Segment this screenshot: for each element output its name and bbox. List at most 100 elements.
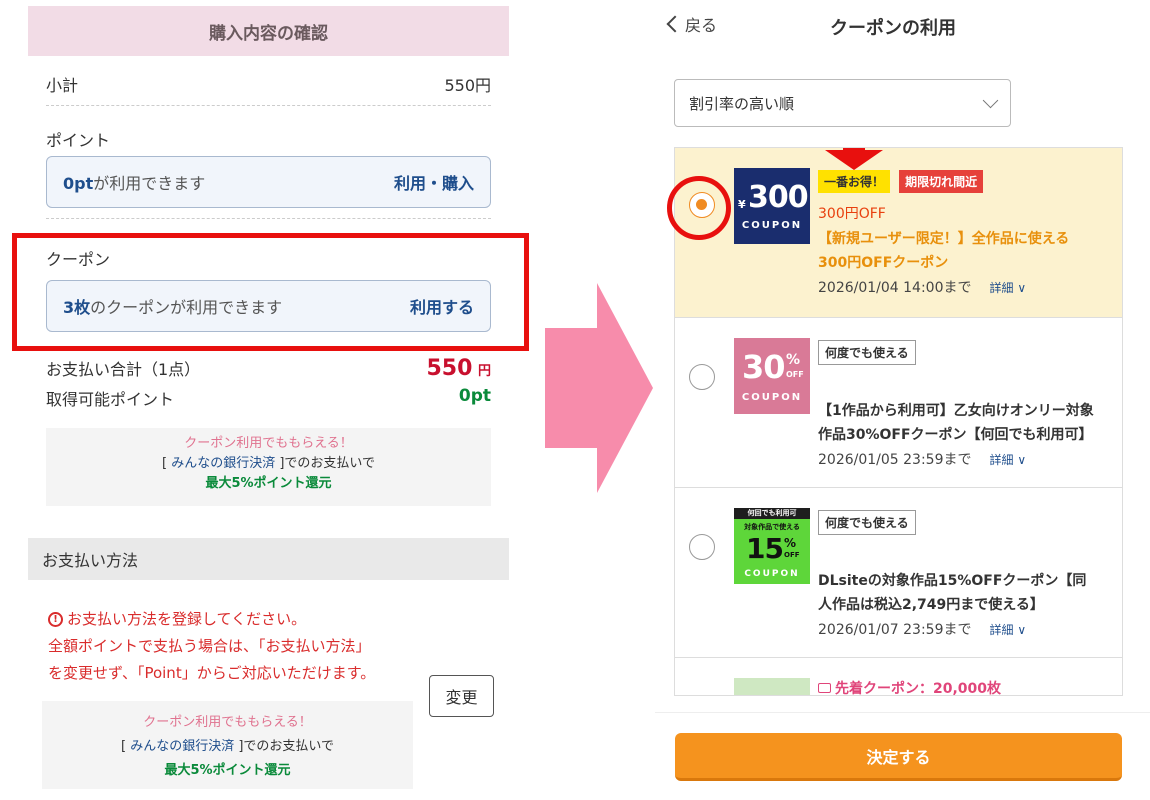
point-box-text: が利用できます <box>93 174 206 193</box>
coupon-title-line1: 【1作品から利用可】乙女向けオンリー対象 <box>818 403 1094 419</box>
reusable-badge: 何度でも使える <box>818 340 916 365</box>
promo-line3: 最大5%ポイント還元 <box>205 476 332 491</box>
warning-line-2: 全額ポイントで支払う場合は、「お支払い方法」 <box>48 637 371 655</box>
coupon-info: 何度でも使える 【1作品から利用可】乙女向けオンリー対象 作品30%OFFクーポ… <box>818 340 1116 469</box>
warning-line-3: を変更せず、「Point」からご対応いただけます。 <box>48 664 376 682</box>
expiring-badge: 期限切れ間近 <box>899 170 984 193</box>
thumb-mid-text: 対象作品で使える <box>744 523 800 531</box>
coupon-tags: 一番お得！ 期限切れ間近 <box>818 170 1116 193</box>
change-payment-button[interactable]: 変更 <box>429 675 494 717</box>
coupon-expiry: 2026/01/04 14:00まで <box>818 280 972 296</box>
bank-payment-link[interactable]: みんなの銀行決済 <box>171 456 275 471</box>
thumb-percent: % <box>786 352 801 368</box>
chevron-left-icon <box>666 15 684 33</box>
coupon-info: 先着クーポン：20,000枚 <box>818 678 1116 696</box>
coupon-title-line1: 【新規ユーザー限定！】全作品に使える <box>818 231 1070 247</box>
promo-bracket-open: [ <box>161 456 172 471</box>
warning-line-1: ! お支払い方法を登録してください。 <box>48 606 375 633</box>
thumb-off: OFF <box>784 551 800 559</box>
coupon-select-panel: 戻る クーポンの利用 割引率の高い順 ¥ 300 COUPON 一番お得！ 期限… <box>655 0 1150 800</box>
purchase-confirmation-panel: 購入内容の確認 小計 550円 ポイント 0ptが利用できます 利用・購入 クー… <box>28 0 509 800</box>
coupon-radio[interactable] <box>689 364 715 390</box>
bank-payment-link-2[interactable]: みんなの銀行決済 <box>130 739 234 754</box>
coupon-expiry: 2026/01/07 23:59まで <box>818 622 972 638</box>
detail-link[interactable]: 詳細 ∨ <box>990 453 1027 467</box>
thumb-percent: % <box>784 536 797 550</box>
coupon-radio[interactable] <box>689 534 715 560</box>
total-value: 550 <box>426 356 473 381</box>
coupon-list: ¥ 300 COUPON 一番お得！ 期限切れ間近 300円OFF 【新規ユーザ… <box>674 147 1123 696</box>
sort-select[interactable]: 割引率の高い順 <box>674 79 1011 127</box>
coupon-30-thumbnail: 30 % OFF COUPON <box>734 338 810 414</box>
reusable-badge: 何度でも使える <box>818 510 916 535</box>
point-box-message: 0ptが利用できます <box>63 170 205 194</box>
coupon-item[interactable]: 先着クーポン：20,000枚 <box>675 658 1122 696</box>
coupon-title-line2: 作品30%OFFクーポン【何回でも利用可】 <box>818 427 1093 443</box>
promo-line2-text: ]でのお支払いで <box>275 456 376 471</box>
warning-text-1: お支払い方法を登録してください。 <box>67 610 307 628</box>
detail-label: 詳細 <box>989 623 1014 637</box>
thumb-off: OFF <box>786 370 804 379</box>
coupon-item[interactable]: 何回でも利用可 対象作品で使える 15 % OFF COUPON 何度でも使える… <box>675 488 1122 658</box>
promo2-line3: 最大5%ポイント還元 <box>164 763 291 778</box>
footer-bar: 決定する <box>655 712 1150 800</box>
subtotal-label: 小計 <box>46 75 79 95</box>
earn-label: 取得可能ポイント <box>46 390 175 409</box>
coupon-expiry-row: 2026/01/05 23:59まで 詳細 ∨ <box>818 449 1116 469</box>
promo2-line2-text: ]でのお支払いで <box>234 739 335 754</box>
point-available: 0pt <box>63 174 94 193</box>
promo-line1: クーポン利用でももらえる！ <box>184 436 353 451</box>
coupon-expiry: 2026/01/05 23:59まで <box>818 452 972 468</box>
coupon-4-thumbnail <box>734 678 810 695</box>
total-unit: 円 <box>477 364 491 379</box>
coupon-title-line2: 人作品は税込2,749円まで使える】 <box>818 597 1044 613</box>
thumb-top-text: 何回でも利用可 <box>734 508 810 519</box>
coupon-item[interactable]: ¥ 300 COUPON 一番お得！ 期限切れ間近 300円OFF 【新規ユーザ… <box>675 148 1122 318</box>
subtotal-value: 550円 <box>444 75 491 95</box>
coupon-highlight-frame <box>12 233 529 351</box>
best-deal-badge: 一番お得！ <box>818 170 891 193</box>
detail-label: 詳細 <box>989 281 1014 295</box>
first-come-icon <box>818 683 831 693</box>
divider <box>46 218 491 219</box>
thumb-15: 15 <box>746 532 784 565</box>
promo2-line2: [ みんなの銀行決済 ]でのお支払いで <box>42 735 413 759</box>
earn-row: 取得可能ポイント 0pt <box>46 386 491 410</box>
decide-button[interactable]: 決定する <box>675 733 1122 781</box>
subtotal-row: 小計 550円 <box>46 62 491 106</box>
page-title: クーポンの利用 <box>830 18 956 39</box>
point-label: ポイント <box>46 131 111 150</box>
coupon-expiry-row: 2026/01/04 14:00まで 詳細 ∨ <box>818 277 1116 297</box>
promo-banner-2[interactable]: クーポン利用でももらえる！ [ みんなの銀行決済 ]でのお支払いで 最大5%ポイ… <box>42 701 413 789</box>
chevron-down-icon <box>982 92 999 108</box>
thumb-yen: ¥ <box>738 198 746 211</box>
total-row: お支払い合計（1点） 550 円 <box>46 356 491 381</box>
sort-label: 割引率の高い順 <box>689 94 795 113</box>
thumb-300: 300 <box>748 180 809 215</box>
coupon-15-thumbnail: 何回でも利用可 対象作品で使える 15 % OFF COUPON <box>734 508 810 584</box>
payment-warning: ! お支払い方法を登録してください。 全額ポイントで支払う場合は、「お支払い方法」… <box>48 606 375 687</box>
detail-label: 詳細 <box>989 453 1014 467</box>
coupon-title-line1: DLsiteの対象作品15%OFFクーポン【同 <box>818 573 1087 589</box>
coupon-info: 何度でも使える DLsiteの対象作品15%OFFクーポン【同 人作品は税込2,… <box>818 510 1116 639</box>
detail-link[interactable]: 詳細 ∨ <box>990 623 1027 637</box>
detail-link[interactable]: 詳細 ∨ <box>990 281 1027 295</box>
coupon-300-thumbnail: ¥ 300 COUPON <box>734 168 810 244</box>
promo2-bracket-open: [ <box>120 739 131 754</box>
back-button[interactable]: 戻る <box>666 12 718 36</box>
promo-line2: [ みんなの銀行決済 ]でのお支払いで <box>46 454 491 474</box>
promo-banner[interactable]: クーポン利用でももらえる！ [ みんなの銀行決済 ]でのお支払いで 最大5%ポイ… <box>46 428 491 506</box>
warning-icon: ! <box>48 612 63 627</box>
coupon-header: 戻る クーポンの利用 <box>655 0 1150 52</box>
thumb-coupon-text: COUPON <box>744 569 800 579</box>
coupon-title-line1: 先着クーポン：20,000枚 <box>835 681 1002 696</box>
coupon-title-line2: 300円OFFクーポン <box>818 255 949 271</box>
total-label: お支払い合計（1点） <box>46 360 201 379</box>
point-use-button[interactable]: 利用・購入 <box>394 170 474 194</box>
coupon-item[interactable]: 30 % OFF COUPON 何度でも使える 【1作品から利用可】乙女向けオン… <box>675 318 1122 488</box>
point-use-box[interactable]: 0ptが利用できます 利用・購入 <box>46 156 491 208</box>
back-label: 戻る <box>685 16 718 35</box>
thumb-coupon-text: COUPON <box>741 220 803 231</box>
arrow-down-icon <box>825 148 883 170</box>
thumb-30: 30 <box>742 348 786 386</box>
